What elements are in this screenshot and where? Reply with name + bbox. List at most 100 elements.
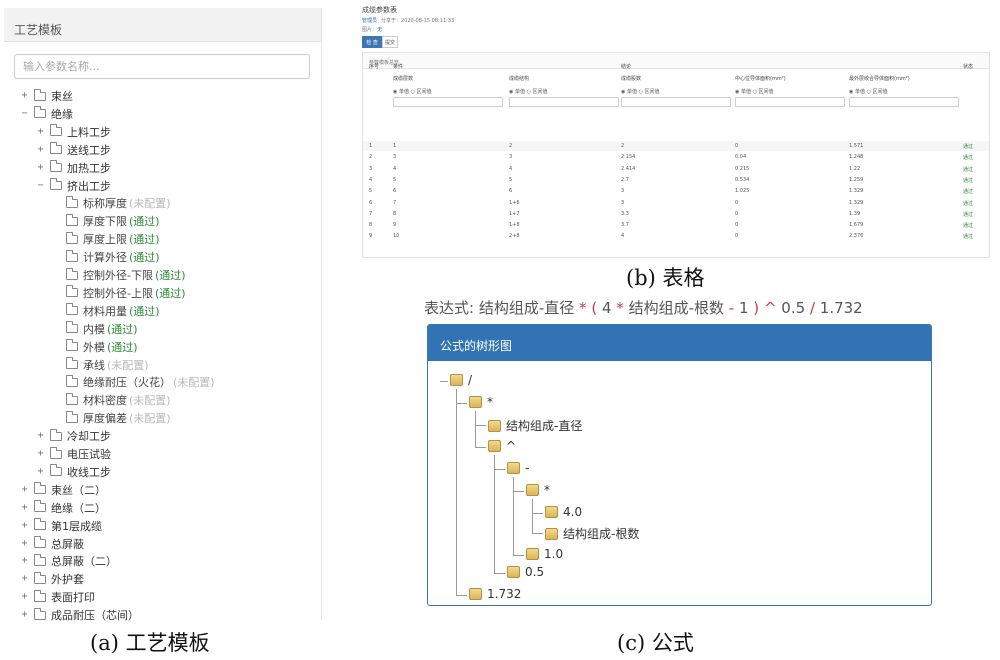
condition-input[interactable] [509, 97, 619, 107]
tree-node[interactable]: + 电压试验 [34, 445, 111, 463]
expand-icon[interactable]: + [34, 465, 47, 478]
formula-tree-node[interactable]: 结构组成-根数 [545, 525, 639, 542]
tree-node[interactable]: 控制外径-下限 (通过) [50, 266, 186, 284]
submit-button[interactable]: 提交 [382, 36, 398, 48]
collapse-icon[interactable]: − [34, 179, 47, 192]
tree-node[interactable]: + 送线工步 [34, 141, 111, 159]
formula-tree-node[interactable]: - [507, 461, 529, 475]
tree-node[interactable]: + 成品耐压（芯间） [18, 606, 139, 624]
formula-node-label: 1.732 [487, 587, 522, 601]
expand-icon[interactable]: + [18, 483, 31, 496]
expand-icon[interactable]: + [18, 90, 31, 103]
formula-tree-node[interactable]: 1.0 [526, 547, 563, 561]
tree-node[interactable]: + 加热工步 [34, 159, 111, 177]
tree-node[interactable]: + 冷却工步 [34, 427, 111, 445]
tree-node[interactable]: 厚度偏差 (未配置) [50, 409, 171, 427]
formula-tree-node[interactable]: 0.5 [507, 565, 544, 579]
tree-node[interactable]: + 第1层成缆 [18, 517, 102, 535]
collapse-icon[interactable]: − [18, 107, 31, 120]
tree-node[interactable]: − 绝缘 [18, 105, 73, 123]
expand-icon [50, 251, 63, 264]
expand-icon[interactable]: + [18, 501, 31, 514]
radio-unchecked-icon[interactable]: ○ [753, 89, 757, 95]
radio-unchecked-icon[interactable]: ○ [527, 89, 531, 95]
folder-icon [50, 124, 62, 137]
author-link[interactable]: 管理员 [362, 18, 377, 24]
tree-node[interactable]: 材料密度 (未配置) [50, 391, 171, 409]
tree-node[interactable]: + 束丝（二） [18, 481, 106, 499]
expand-icon[interactable]: + [34, 143, 47, 156]
tree-node[interactable]: + 收线工步 [34, 463, 111, 481]
tree-node[interactable]: 内模 (通过) [50, 320, 138, 338]
tree-node[interactable]: 承线 (未配置) [50, 356, 149, 374]
tree-node[interactable]: − 挤出工步 [34, 177, 111, 195]
parameter-search-input[interactable] [14, 54, 310, 79]
table-row [363, 164, 989, 174]
condition-input[interactable] [849, 97, 959, 107]
expand-icon[interactable]: + [18, 573, 31, 586]
folder-icon [66, 392, 78, 405]
value-type-radio[interactable]: ◉ 单值 ○ 区间值 [509, 88, 548, 95]
node-folder-icon [545, 506, 558, 518]
expand-icon [50, 269, 63, 282]
radio-unchecked-icon[interactable]: ○ [867, 89, 871, 95]
formula-tree-node[interactable]: 结构组成-直径 [488, 417, 582, 434]
formula-tree-node[interactable]: * [469, 395, 493, 409]
value-type-radio[interactable]: ◉ 单值 ○ 区间值 [849, 88, 888, 95]
tree-node[interactable]: 绝缘耐压（火花） (未配置) [50, 373, 215, 391]
tree-node[interactable]: + 外护套 [18, 570, 84, 588]
formula-tree-node[interactable]: 4.0 [545, 505, 582, 519]
formula-tree-node[interactable]: * [526, 483, 550, 497]
expand-icon[interactable]: + [34, 161, 47, 174]
tree-node-label: 计算外径 [83, 251, 127, 265]
radio-checked-icon[interactable]: ◉ [849, 89, 853, 95]
tree-node[interactable]: + 总屏蔽 [18, 535, 84, 553]
table-cell: 1 [393, 143, 397, 149]
expand-icon[interactable]: + [18, 519, 31, 532]
folder-icon [34, 500, 46, 513]
radio-checked-icon[interactable]: ◉ [509, 89, 513, 95]
expand-icon[interactable]: + [34, 448, 47, 461]
expand-icon[interactable]: + [18, 609, 31, 622]
radio-checked-icon[interactable]: ◉ [393, 89, 397, 95]
condition-input[interactable] [735, 97, 845, 107]
value-type-radio[interactable]: ◉ 单值 ○ 区间值 [393, 88, 432, 95]
tree-node[interactable]: + 绝缘（二） [18, 499, 106, 517]
folder-icon [66, 231, 78, 244]
expand-icon[interactable]: + [34, 125, 47, 138]
tree-node[interactable]: 材料用量 (通过) [50, 302, 160, 320]
expand-icon[interactable]: + [34, 430, 47, 443]
formula-tree-node[interactable]: / [450, 373, 472, 387]
expand-icon[interactable]: + [18, 555, 31, 568]
expr-op-multiply: * [579, 299, 587, 317]
tree-node[interactable]: 厚度下限 (通过) [50, 212, 160, 230]
radio-label-single: 单值 [398, 89, 409, 95]
formula-tree-node[interactable]: ^ [488, 439, 516, 453]
tree-node[interactable]: 计算外径 (通过) [50, 248, 160, 266]
expand-icon[interactable]: + [18, 591, 31, 604]
value-type-radio[interactable]: ◉ 单值 ○ 区间值 [621, 88, 660, 95]
formula-tree-panel: 公式的树形图 / * 结构组成-直径 ^ - * 4.0 结构组成-根数 1.0 0.5 1.732 [427, 324, 932, 606]
tree-node-label: 束丝（二） [51, 483, 106, 497]
radio-checked-icon[interactable]: ◉ [621, 89, 625, 95]
check-button[interactable]: 检 查 [362, 36, 382, 48]
tree-node[interactable]: + 束丝 [18, 87, 73, 105]
radio-checked-icon[interactable]: ◉ [735, 89, 739, 95]
picture-link[interactable]: 无 [377, 27, 382, 33]
tree-node[interactable]: 标称厚度 (未配置) [50, 194, 171, 212]
tree-connector [456, 403, 467, 404]
condition-input[interactable] [393, 97, 503, 107]
tree-node[interactable]: + 上料工步 [34, 123, 111, 141]
tree-node[interactable]: + 总屏蔽（二） [18, 552, 117, 570]
value-type-radio[interactable]: ◉ 单值 ○ 区间值 [735, 88, 774, 95]
formula-tree-node[interactable]: 1.732 [469, 587, 521, 601]
tree-node[interactable]: + 表面打印 [18, 588, 95, 606]
condition-input[interactable] [621, 97, 731, 107]
radio-unchecked-icon[interactable]: ○ [639, 89, 643, 95]
radio-unchecked-icon[interactable]: ○ [411, 89, 415, 95]
tree-node[interactable]: 厚度上限 (通过) [50, 230, 160, 248]
expand-icon[interactable]: + [18, 537, 31, 550]
table-row [363, 220, 989, 230]
tree-node[interactable]: 控制外径-上限 (通过) [50, 284, 186, 302]
tree-node[interactable]: 外模 (通过) [50, 338, 138, 356]
